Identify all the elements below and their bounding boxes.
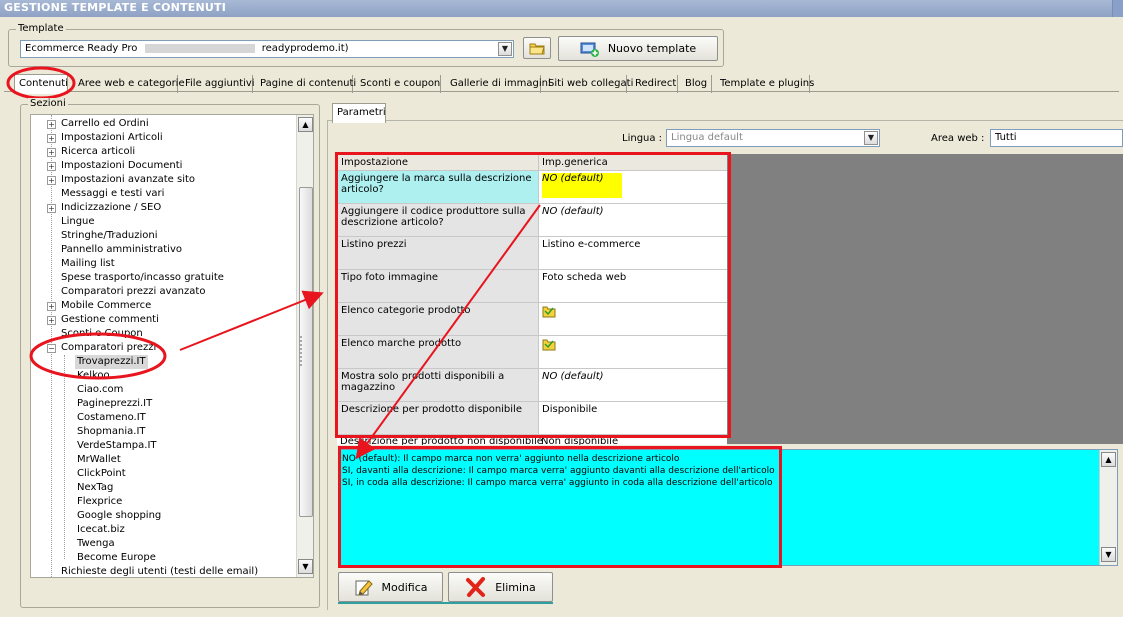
arrow-tree-to-grid bbox=[179, 290, 324, 351]
arrow-value-to-description bbox=[355, 204, 541, 460]
annotation-arrows bbox=[179, 204, 541, 460]
